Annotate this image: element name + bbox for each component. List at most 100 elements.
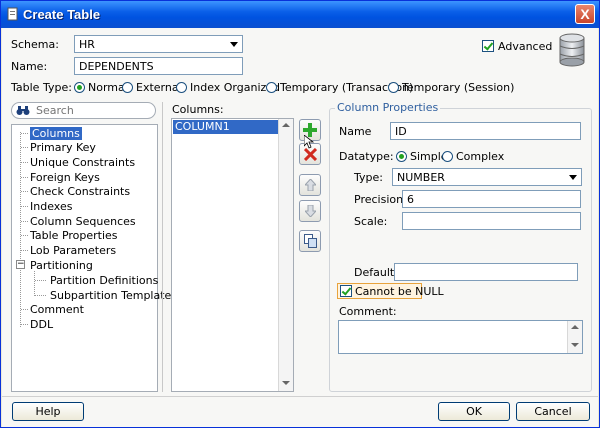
ok-button-label: OK: [466, 405, 482, 418]
tree-line: [21, 133, 28, 134]
schema-select[interactable]: HR: [74, 35, 243, 53]
column-name-input[interactable]: ID: [390, 122, 581, 140]
tree-line: [21, 177, 28, 178]
move-up-button[interactable]: [299, 174, 321, 196]
help-button[interactable]: Help: [12, 402, 84, 421]
table-type-external-label: External: [136, 81, 182, 94]
window-title: Create Table: [23, 7, 101, 22]
copy-column-button[interactable]: [299, 230, 321, 252]
tree-line: [35, 295, 46, 296]
chevron-down-icon: [569, 175, 577, 180]
tree-item-indexes[interactable]: Indexes: [30, 200, 72, 213]
columns-list: COLUMN1: [171, 118, 294, 392]
tree-line: [35, 280, 46, 281]
tree-item-columns[interactable]: Columns: [30, 127, 82, 140]
tree-line: [21, 221, 28, 222]
comment-scrollbar[interactable]: [567, 321, 582, 353]
collapse-toggle-icon[interactable]: −: [16, 260, 25, 269]
tree-item-primary-key[interactable]: Primary Key: [30, 141, 96, 154]
advanced-label: Advanced: [498, 40, 553, 53]
scroll-up-icon[interactable]: [571, 325, 579, 329]
tree-item-column-sequences[interactable]: Column Sequences: [30, 215, 136, 228]
scroll-up-icon[interactable]: [282, 123, 290, 127]
schema-label: Schema:: [11, 38, 59, 51]
precision-label: Precision:: [354, 193, 407, 206]
default-input[interactable]: [394, 263, 578, 281]
close-button[interactable]: X: [575, 4, 595, 24]
ok-button[interactable]: OK: [438, 402, 510, 421]
not-null-checkbox[interactable]: [340, 285, 352, 297]
chevron-down-icon: [230, 42, 238, 47]
table-type-temp-session-radio[interactable]: [388, 82, 399, 93]
scroll-down-icon[interactable]: [282, 381, 290, 385]
column-name-value: ID: [395, 125, 407, 138]
tree-line: [21, 162, 28, 163]
table-type-index-organized-radio[interactable]: [176, 82, 187, 93]
tree-item-partition-definitions[interactable]: Partition Definitions: [50, 274, 158, 287]
schema-value: HR: [79, 38, 95, 51]
tree-item-comment[interactable]: Comment: [30, 303, 84, 316]
column-list-item-label: COLUMN1: [175, 120, 230, 133]
create-table-dialog: Create Table X Schema: HR Advanced Name:…: [0, 0, 600, 428]
advanced-checkbox[interactable]: [482, 40, 494, 52]
column-properties-title: Column Properties: [335, 101, 441, 114]
type-label: Type:: [354, 171, 383, 184]
table-type-temp-session-label: Temporary (Session): [402, 81, 515, 94]
tree-item-ddl[interactable]: DDL: [30, 318, 53, 331]
table-type-normal-radio[interactable]: [74, 82, 85, 93]
scale-input[interactable]: [402, 212, 581, 230]
app-icon: [7, 7, 18, 21]
help-button-label: Help: [35, 405, 61, 418]
precision-input[interactable]: 6: [402, 190, 581, 208]
columns-label: Columns:: [172, 103, 224, 116]
cancel-button[interactable]: Cancel: [516, 402, 590, 421]
navigation-tree: − Columns Primary Key Unique Constraints…: [11, 124, 177, 392]
database-icon: [559, 33, 585, 67]
tree-line: [21, 309, 28, 310]
tree-line: [21, 206, 28, 207]
footer-divider: [2, 396, 598, 397]
splitter[interactable]: [162, 102, 163, 392]
cancel-button-label: Cancel: [534, 405, 572, 418]
move-up-icon: [305, 179, 316, 191]
tree-item-check-constraints[interactable]: Check Constraints: [30, 185, 130, 198]
precision-value: 6: [407, 193, 414, 206]
tree-item-foreign-keys[interactable]: Foreign Keys: [30, 171, 100, 184]
comment-label: Comment:: [339, 305, 397, 318]
column-name-label: Name: [339, 125, 372, 138]
comment-textarea[interactable]: [338, 320, 583, 354]
table-type-temp-transaction-radio[interactable]: [266, 82, 277, 93]
datatype-complex-label: Complex: [456, 150, 505, 163]
binoculars-icon: [16, 106, 30, 115]
tree-line: [21, 250, 28, 251]
tree-item-unique-constraints[interactable]: Unique Constraints: [30, 156, 135, 169]
tree-line: [21, 191, 28, 192]
dialog-body: Schema: HR Advanced Name: DEPENDENTS Tab…: [2, 28, 598, 427]
not-null-label: Cannot be NULL: [355, 285, 444, 298]
column-list-item[interactable]: COLUMN1: [173, 120, 278, 134]
type-value: NUMBER: [397, 171, 445, 184]
scroll-down-icon[interactable]: [571, 343, 579, 347]
tree-item-partitioning[interactable]: Partitioning: [30, 259, 93, 272]
columns-scrollbar[interactable]: [278, 119, 293, 391]
tree-line: [34, 271, 35, 296]
datatype-complex-radio[interactable]: [442, 151, 453, 162]
search-field[interactable]: [11, 102, 156, 119]
type-select[interactable]: NUMBER: [392, 168, 582, 186]
datatype-simple-radio[interactable]: [396, 151, 407, 162]
tree-item-subpartition-templates[interactable]: Subpartition Templates: [50, 289, 177, 302]
tree-item-lob-parameters[interactable]: Lob Parameters: [30, 244, 116, 257]
table-name-input[interactable]: DEPENDENTS: [74, 57, 243, 75]
search-input[interactable]: [36, 104, 148, 117]
tree-item-table-properties[interactable]: Table Properties: [30, 229, 118, 242]
table-type-external-radio[interactable]: [122, 82, 133, 93]
tree-line: [21, 324, 28, 325]
scale-label: Scale:: [354, 215, 388, 228]
move-down-icon: [305, 205, 316, 217]
name-label: Name:: [11, 60, 48, 73]
title-bar[interactable]: Create Table X: [1, 1, 599, 28]
move-down-button[interactable]: [299, 200, 321, 222]
tree-line: [21, 235, 28, 236]
mouse-pointer-icon: [304, 135, 315, 149]
remove-column-icon: [304, 148, 317, 161]
